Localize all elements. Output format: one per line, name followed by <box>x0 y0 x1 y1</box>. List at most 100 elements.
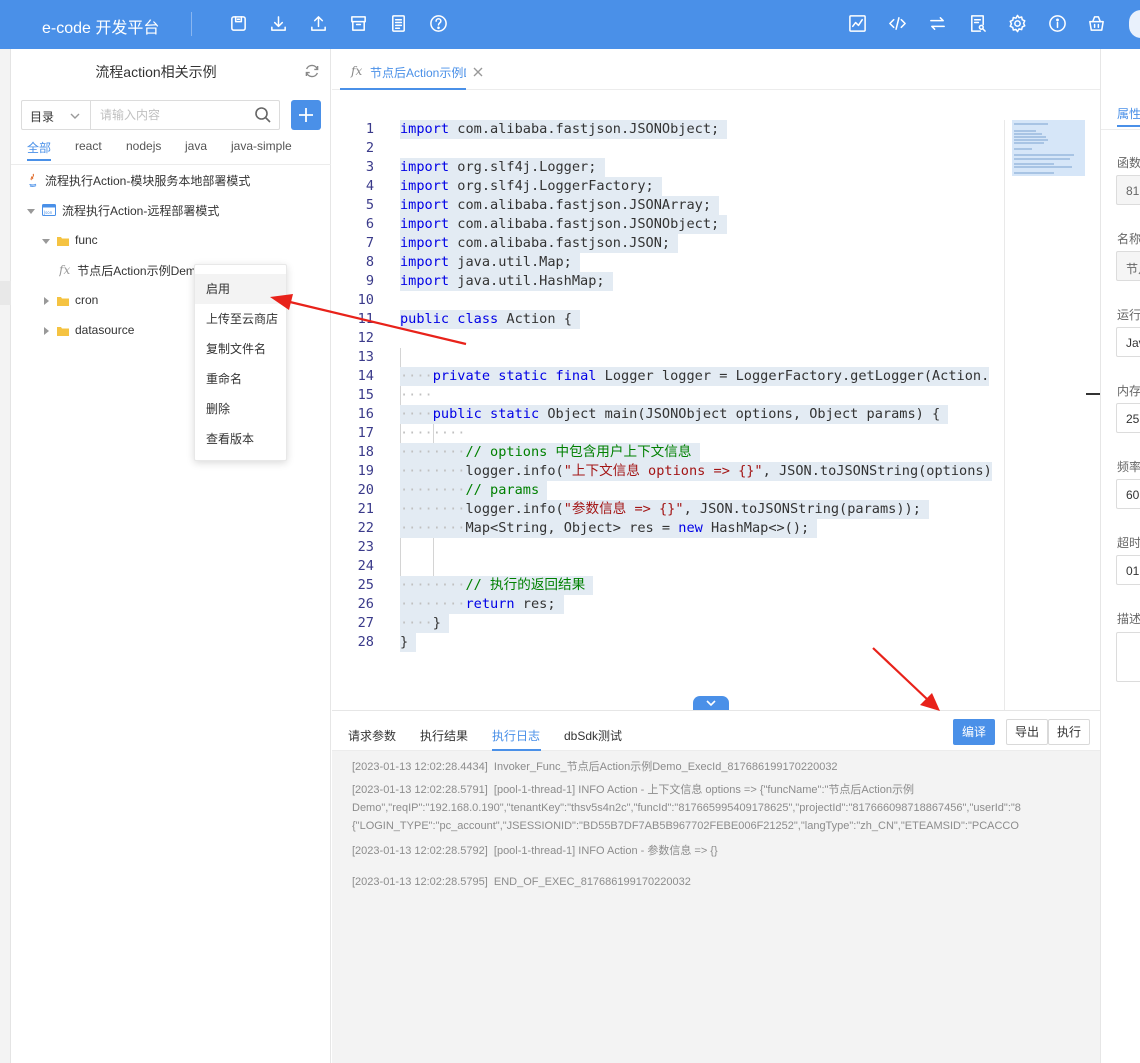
divider <box>11 164 331 165</box>
code-text: ····public static Object main(JSONObject… <box>400 405 949 424</box>
search-input[interactable] <box>92 101 252 129</box>
menu-item-rename[interactable]: 重命名 <box>195 364 286 394</box>
chart-icon[interactable] <box>847 13 867 33</box>
splitter-handle[interactable] <box>1086 393 1100 395</box>
close-icon[interactable] <box>473 66 483 77</box>
caret-down-icon[interactable] <box>41 235 51 245</box>
directory-select[interactable]: 目录 <box>22 101 91 129</box>
tree-item-local-deploy[interactable]: 流程执行Action-模块服务本地部署模式 <box>26 170 250 190</box>
tab-exec-log[interactable]: 执行日志 <box>492 727 540 744</box>
svg-text:Json: Json <box>43 210 53 215</box>
prop-label-memory: 内存 <box>1117 384 1140 398</box>
run-button[interactable]: 执行 <box>1048 719 1091 745</box>
menu-item-upload-store[interactable]: 上传至云商店 <box>195 304 286 334</box>
line-number: 5 <box>365 197 374 213</box>
gear-icon[interactable] <box>1007 13 1027 33</box>
archive-icon[interactable] <box>348 13 368 33</box>
tree-folder-func[interactable]: func <box>41 230 98 250</box>
tab-exec-result[interactable]: 执行结果 <box>420 727 468 744</box>
editor-tab-label: 节点后Action示例Demo <box>370 66 466 80</box>
tab-dbsdk-test[interactable]: dbSdk测试 <box>564 727 622 744</box>
prop-value: Jav <box>1126 336 1140 350</box>
menu-item-view-versions[interactable]: 查看版本 <box>195 424 286 454</box>
output-panel: 请求参数 执行结果 执行日志 dbSdk测试 编译 导出 执行 [2023-01… <box>332 710 1100 1063</box>
caret-right-icon[interactable] <box>41 295 51 305</box>
code-text: import com.alibaba.fastjson.JSONObject; <box>400 215 728 234</box>
minimap[interactable] <box>1012 120 1085 176</box>
document-icon[interactable] <box>388 13 408 33</box>
prop-label-function-id: 函数 <box>1117 156 1140 170</box>
export-button[interactable]: 导出 <box>1006 719 1049 745</box>
avatar[interactable] <box>1129 10 1140 38</box>
menu-item-copy-filename[interactable]: 复制文件名 <box>195 334 286 364</box>
activity-strip <box>0 49 11 1063</box>
store-icon[interactable] <box>1086 13 1106 33</box>
frequency-field[interactable]: 60 <box>1116 479 1140 509</box>
line-number: 21 <box>357 501 374 517</box>
runtime-select[interactable]: Jav <box>1116 327 1140 357</box>
folder-icon <box>57 325 69 336</box>
tree-item-remote-deploy[interactable]: Json 流程执行Action-远程部署模式 <box>26 200 219 220</box>
line-number: 20 <box>357 482 374 498</box>
line-number: 7 <box>365 235 374 251</box>
tab-java[interactable]: java <box>185 139 207 153</box>
line-number: 18 <box>357 444 374 460</box>
info-icon[interactable] <box>1047 13 1067 33</box>
memory-field[interactable]: 256 <box>1116 403 1140 433</box>
report-icon[interactable] <box>967 13 987 33</box>
tree-item-label: 节点后Action示例Demo <box>77 263 194 278</box>
tree-item-label: datasource <box>75 323 135 337</box>
search-bar: 目录 <box>21 100 280 130</box>
line-number: 1 <box>365 121 374 137</box>
line-number: 27 <box>357 615 374 631</box>
caret-right-icon[interactable] <box>41 325 51 335</box>
chevron-down-icon <box>69 110 81 122</box>
timeout-field[interactable]: 01: <box>1116 555 1140 585</box>
tab-nodejs[interactable]: nodejs <box>126 139 161 153</box>
code-text: import java.util.Map; <box>400 253 581 272</box>
code-text: ········logger.info("参数信息 => {}", JSON.t… <box>400 500 930 519</box>
save-icon[interactable] <box>228 13 248 33</box>
refresh-icon[interactable] <box>304 63 320 79</box>
log-line: Demo","reqIP":"192.168.0.190","tenantKey… <box>352 802 1021 814</box>
add-button[interactable] <box>291 100 321 130</box>
tab-react[interactable]: react <box>75 139 102 153</box>
code-text: public class Action { <box>400 310 581 329</box>
compile-button[interactable]: 编译 <box>953 719 996 745</box>
tree-folder-cron[interactable]: cron <box>41 290 98 310</box>
caret-down-icon[interactable] <box>26 205 36 215</box>
swap-icon[interactable] <box>927 13 947 33</box>
line-number: 3 <box>365 159 374 175</box>
tab-all[interactable]: 全部 <box>27 139 51 156</box>
menu-item-enable[interactable]: 启用 <box>195 274 286 304</box>
collapse-panel-button[interactable] <box>693 696 729 710</box>
code-text: import com.alibaba.fastjson.JSONObject; <box>400 120 728 139</box>
help-icon[interactable] <box>428 13 448 33</box>
log-line: [2023-01-13 12:02:28.5792] [pool-1-threa… <box>352 845 718 857</box>
project-title: 流程action相关示例 <box>95 64 217 80</box>
menu-item-delete[interactable]: 删除 <box>195 394 286 424</box>
upload-icon[interactable] <box>308 13 328 33</box>
tree-folder-datasource[interactable]: datasource <box>41 320 134 340</box>
tab-java-simple[interactable]: java-simple <box>231 139 292 153</box>
line-number: 28 <box>357 634 374 650</box>
tab-properties[interactable]: 属性 <box>1117 105 1140 122</box>
prop-value: 256 <box>1126 412 1140 426</box>
tree-file-action-demo[interactable]: fx 节点后Action示例Demo <box>59 260 194 280</box>
search-icon[interactable] <box>254 106 272 124</box>
tree-item-label: 流程执行Action-模块服务本地部署模式 <box>45 173 251 188</box>
code-text: ········// params <box>400 481 548 500</box>
description-textarea[interactable] <box>1116 632 1140 682</box>
code-icon[interactable] <box>887 13 907 33</box>
editor-tab[interactable]: fx 节点后Action示例Demo <box>340 49 466 90</box>
line-number: 22 <box>357 520 374 536</box>
code-text: } <box>400 633 417 652</box>
prop-label-description: 描述 <box>1117 612 1140 626</box>
prop-label-name: 名称 <box>1117 232 1140 246</box>
tab-request-params[interactable]: 请求参数 <box>348 727 396 744</box>
editor-tab-bar: fx 节点后Action示例Demo <box>332 49 1100 90</box>
code-editor[interactable]: 1 import com.alibaba.fastjson.JSONObject;… <box>332 90 1100 710</box>
function-id-field: 81 <box>1116 175 1140 205</box>
download-icon[interactable] <box>268 13 288 33</box>
tree-item-label: func <box>75 233 98 247</box>
